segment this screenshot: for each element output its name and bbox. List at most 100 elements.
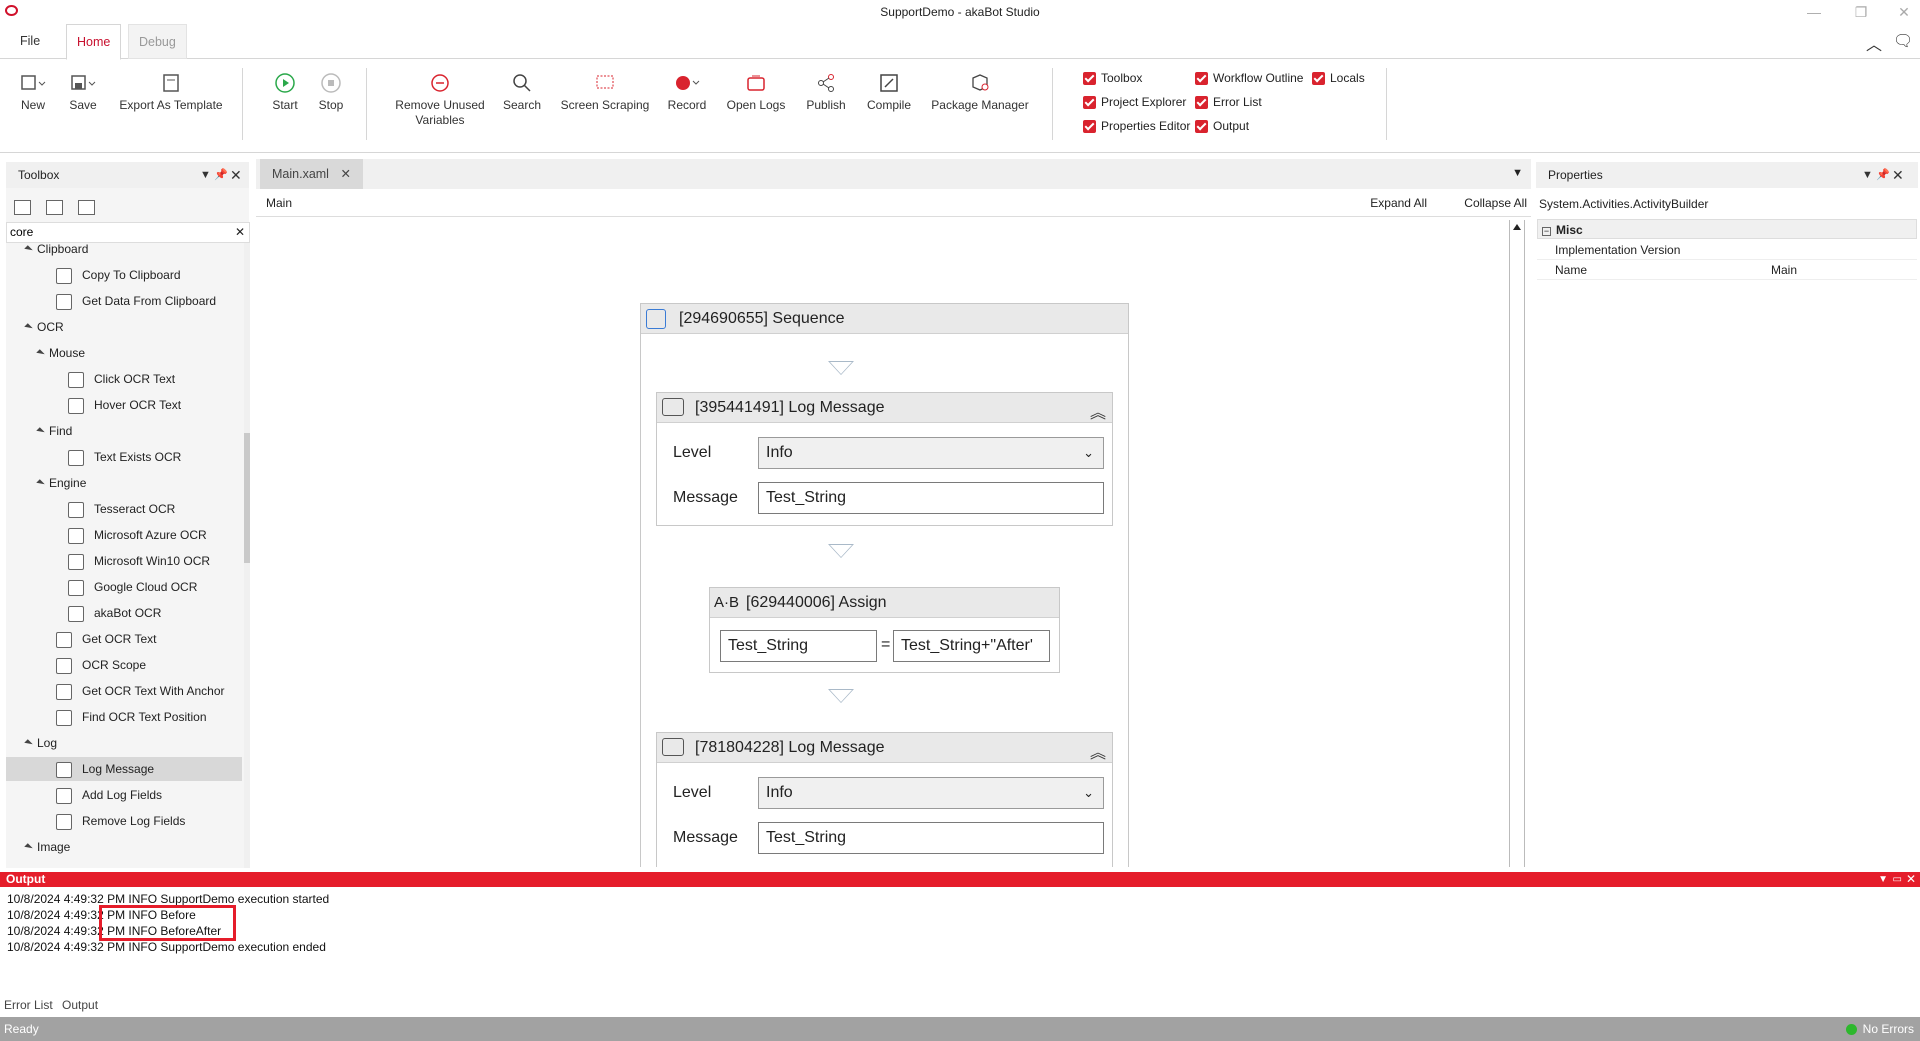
pin-icon[interactable]: ▭ [1893, 872, 1902, 887]
tab-file[interactable]: File [10, 24, 50, 59]
toolbox-item[interactable]: OCR Scope [56, 653, 146, 677]
restore-icon[interactable]: ❐ [1847, 2, 1875, 22]
toolbox-search-input[interactable] [7, 223, 207, 241]
expand-all-link[interactable]: Expand All [1370, 196, 1427, 210]
message-input[interactable]: Test_String [756, 480, 1106, 516]
toggle-locals[interactable]: Locals [1312, 71, 1365, 85]
toolbox-item[interactable]: Microsoft Win10 OCR [68, 549, 210, 573]
toolbox-group[interactable]: Find [36, 419, 72, 443]
drop-target-arrow[interactable] [828, 544, 854, 558]
toolbox-item[interactable]: Find OCR Text Position [56, 705, 207, 729]
sequence-activity[interactable]: [294690655] Sequence [395441491] Log Mes… [640, 303, 1129, 867]
toolbox-group[interactable]: Mouse [36, 341, 85, 365]
screen-scraping-button[interactable]: Screen Scraping [560, 68, 650, 113]
toolbox-group[interactable]: Clipboard [24, 243, 88, 261]
record-button[interactable]: Record [664, 68, 710, 113]
close-window-icon[interactable]: ✕ [1890, 2, 1918, 22]
close-tab-icon[interactable]: ✕ [340, 167, 350, 181]
collapse-ribbon-icon[interactable]: ︿ [1866, 31, 1882, 55]
toolbox-scrollbar[interactable] [244, 243, 250, 868]
property-row[interactable]: Implementation Version [1537, 240, 1917, 260]
drop-target-arrow[interactable] [828, 689, 854, 703]
level-select[interactable]: Info ⌄ [758, 777, 1104, 809]
dropdown-icon[interactable]: ▼ [200, 162, 211, 188]
toolbox-item[interactable]: Hover OCR Text [68, 393, 181, 417]
toolbox-item[interactable]: Get OCR Text [56, 627, 156, 651]
scroll-thumb[interactable] [244, 433, 250, 563]
close-icon[interactable]: ✕ [1906, 872, 1916, 887]
expand-arrow-icon[interactable] [36, 349, 45, 359]
dropdown-icon[interactable]: ▼ [1862, 162, 1873, 188]
dropdown-icon[interactable]: ▼ [1878, 872, 1888, 887]
compile-button[interactable]: Compile [862, 68, 916, 113]
collapse-all-link[interactable]: Collapse All [1464, 196, 1527, 210]
publish-button[interactable]: Publish [802, 68, 850, 113]
property-category[interactable]: − Misc [1537, 219, 1917, 239]
toolbox-item[interactable]: Remove Log Fields [56, 809, 185, 833]
canvas-scrollbar[interactable] [1509, 220, 1525, 867]
package-manager-button[interactable]: Package Manager [930, 68, 1030, 113]
tab-main-xaml[interactable]: Main.xaml ✕ [260, 159, 363, 189]
collapse-icon[interactable]: − [1542, 227, 1551, 236]
stop-button[interactable]: Stop [312, 68, 350, 113]
expand-all-icon[interactable] [14, 200, 31, 215]
toolbox-group[interactable]: Image [24, 835, 70, 859]
breadcrumb[interactable]: Main [266, 196, 292, 210]
clear-search-icon[interactable]: ✕ [235, 225, 245, 239]
minimize-icon[interactable]: — [1800, 2, 1828, 22]
assign-activity[interactable]: A·B [629440006] Assign Test_String = Tes… [709, 587, 1060, 673]
toggle-properties-editor[interactable]: Properties Editor [1083, 119, 1190, 133]
expand-arrow-icon[interactable] [36, 427, 45, 437]
toolbox-group[interactable]: Engine [36, 471, 86, 495]
close-icon[interactable]: ✕ [1892, 162, 1904, 188]
tab-output[interactable]: Output [62, 998, 98, 1012]
tab-debug[interactable]: Debug [128, 24, 187, 59]
expand-arrow-icon[interactable] [24, 323, 33, 333]
open-logs-button[interactable]: Open Logs [724, 68, 788, 113]
toolbox-item[interactable]: Add Log Fields [56, 783, 162, 807]
message-input[interactable]: Test_String [756, 820, 1106, 856]
toggle-project-explorer[interactable]: Project Explorer [1083, 95, 1186, 109]
toolbox-item[interactable]: Get Data From Clipboard [56, 289, 216, 313]
tab-home[interactable]: Home [66, 24, 122, 60]
toolbox-item[interactable]: akaBot OCR [68, 601, 161, 625]
tab-error-list[interactable]: Error List [4, 998, 53, 1012]
export-template-button[interactable]: Export As Template [116, 68, 226, 113]
remove-unused-variables-button[interactable]: Remove Unused Variables [390, 68, 490, 128]
toggle-workflow-outline[interactable]: Workflow Outline [1195, 71, 1303, 85]
close-icon[interactable]: ✕ [230, 162, 242, 188]
log-message-activity[interactable]: [395441491] Log Message ︽ Level Info ⌄ M… [656, 392, 1113, 526]
toolbox-group[interactable]: Log [24, 731, 57, 755]
drop-target-arrow[interactable] [828, 361, 854, 375]
pin-icon[interactable]: 📌 [214, 162, 228, 188]
collapse-icon[interactable]: ︽ [1090, 739, 1106, 769]
level-select[interactable]: Info ⌄ [758, 437, 1104, 469]
new-button[interactable]: New [16, 68, 50, 113]
toolbox-item[interactable]: Google Cloud OCR [68, 575, 197, 599]
feedback-icon[interactable]: 🗨 [1893, 31, 1913, 51]
expand-arrow-icon[interactable] [24, 843, 33, 853]
collapse-icon[interactable]: ︽ [1090, 399, 1106, 429]
toggle-toolbox[interactable]: Toolbox [1083, 71, 1142, 85]
collapse-all-icon[interactable] [46, 200, 63, 215]
toggle-error-list[interactable]: Error List [1195, 95, 1262, 109]
toolbox-item[interactable]: Tesseract OCR [68, 497, 175, 521]
expand-arrow-icon[interactable] [24, 245, 33, 255]
pin-icon[interactable]: 📌 [1876, 162, 1890, 188]
toolbox-item[interactable]: Click OCR Text [68, 367, 175, 391]
property-row[interactable]: Name Main [1537, 260, 1917, 280]
scroll-up-icon[interactable] [1513, 224, 1521, 230]
toolbox-item[interactable]: Log Message [6, 757, 242, 781]
start-button[interactable]: Start [266, 68, 304, 113]
toolbox-item[interactable]: Microsoft Azure OCR [68, 523, 207, 547]
toolbox-item[interactable]: Text Exists OCR [68, 445, 181, 469]
assign-value-input[interactable]: Test_String+"After' [891, 628, 1052, 664]
expand-arrow-icon[interactable] [36, 479, 45, 489]
tab-overflow-icon[interactable]: ▼ [1512, 167, 1523, 179]
toggle-output[interactable]: Output [1195, 119, 1249, 133]
search-button[interactable]: Search [500, 68, 544, 113]
toolbox-item[interactable]: Get OCR Text With Anchor [56, 679, 225, 703]
log-message-activity[interactable]: [781804228] Log Message ︽ Level Info ⌄ M… [656, 732, 1113, 867]
list-view-icon[interactable] [78, 200, 95, 215]
assign-to-input[interactable]: Test_String [718, 628, 879, 664]
